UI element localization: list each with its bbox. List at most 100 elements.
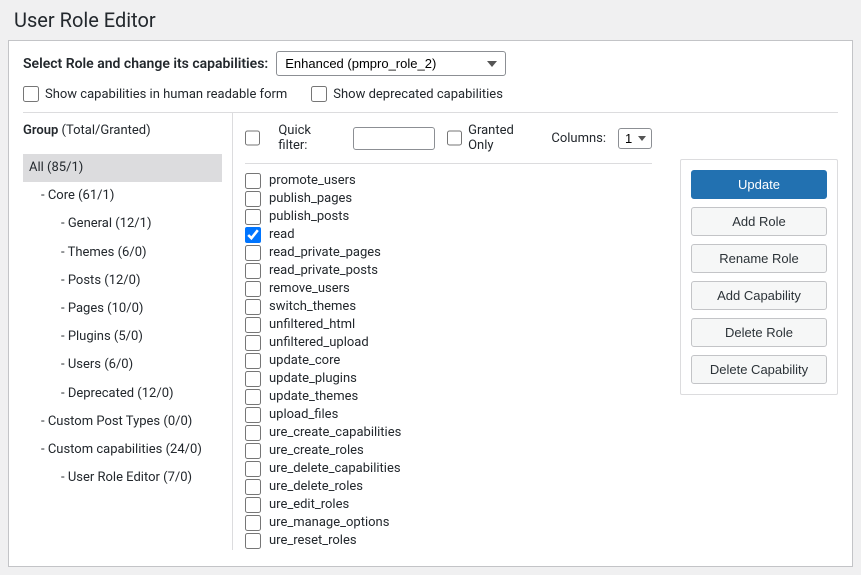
capability-label: promote_users xyxy=(269,174,356,188)
capability-label: upload_files xyxy=(269,408,338,422)
capability-checkbox[interactable] xyxy=(245,407,261,423)
capability-checkbox[interactable] xyxy=(245,299,261,315)
capability-item[interactable]: unfiltered_upload xyxy=(245,334,652,352)
capability-item[interactable]: ure_manage_options xyxy=(245,514,652,532)
granted-only-toggle[interactable]: Granted Only xyxy=(447,123,540,153)
capability-label: ure_delete_capabilities xyxy=(269,462,401,476)
capability-item[interactable]: update_themes xyxy=(245,388,652,406)
capability-checkbox[interactable] xyxy=(245,443,261,459)
capability-label: ure_delete_roles xyxy=(269,480,363,494)
capability-label: remove_users xyxy=(269,282,350,296)
columns-select[interactable]: 1 xyxy=(618,128,652,149)
capability-label: ure_edit_roles xyxy=(269,498,349,512)
capability-item[interactable]: unfiltered_html xyxy=(245,316,652,334)
capability-checkbox[interactable] xyxy=(245,281,261,297)
capability-item[interactable]: remove_users xyxy=(245,280,652,298)
capability-checkbox[interactable] xyxy=(245,227,261,243)
group-item[interactable]: All (85/1) xyxy=(23,154,222,182)
capability-label: switch_themes xyxy=(269,300,356,314)
capability-item[interactable]: ure_edit_roles xyxy=(245,496,652,514)
capability-label: read_private_pages xyxy=(269,246,381,260)
add-capability-button[interactable]: Add Capability xyxy=(691,281,827,310)
update-button[interactable]: Update xyxy=(691,170,827,199)
capability-label: publish_pages xyxy=(269,192,352,206)
capability-item[interactable]: read xyxy=(245,226,652,244)
capability-checkbox[interactable] xyxy=(245,371,261,387)
capability-checkbox[interactable] xyxy=(245,515,261,531)
capability-label: unfiltered_upload xyxy=(269,336,369,350)
capability-item[interactable]: ure_delete_roles xyxy=(245,478,652,496)
human-readable-checkbox[interactable] xyxy=(23,86,39,102)
group-item[interactable]: - Custom capabilities (24/0) xyxy=(23,436,222,464)
group-item[interactable]: - User Role Editor (7/0) xyxy=(23,464,222,492)
capability-label: update_core xyxy=(269,354,340,368)
capability-label: read xyxy=(269,228,295,242)
group-item[interactable]: - Plugins (5/0) xyxy=(23,323,222,351)
group-item[interactable]: - Posts (12/0) xyxy=(23,267,222,295)
capability-checkbox[interactable] xyxy=(245,209,261,225)
deprecated-label: Show deprecated capabilities xyxy=(333,87,503,102)
select-role-label: Select Role and change its capabilities: xyxy=(23,56,268,72)
actions-box: Update Add Role Rename Role Add Capabili… xyxy=(680,159,838,395)
group-item[interactable]: - Themes (6/0) xyxy=(23,239,222,267)
capability-item[interactable]: publish_pages xyxy=(245,190,652,208)
group-sidebar: Group (Total/Granted) All (85/1)- Core (… xyxy=(23,113,233,550)
select-all-checkbox[interactable] xyxy=(245,130,260,146)
role-select[interactable]: Enhanced (pmpro_role_2) xyxy=(276,51,506,76)
capability-checkbox[interactable] xyxy=(245,245,261,261)
capability-checkbox[interactable] xyxy=(245,335,261,351)
group-tree: All (85/1)- Core (61/1)- General (12/1)-… xyxy=(23,154,222,492)
columns-label: Columns: xyxy=(551,131,606,146)
capability-item[interactable]: upload_files xyxy=(245,406,652,424)
main-panel: Select Role and change its capabilities:… xyxy=(8,40,853,567)
capability-item[interactable]: switch_themes xyxy=(245,298,652,316)
group-item[interactable]: - Pages (10/0) xyxy=(23,295,222,323)
capability-item[interactable]: update_core xyxy=(245,352,652,370)
capability-item[interactable]: ure_create_capabilities xyxy=(245,424,652,442)
group-header: Group (Total/Granted) xyxy=(23,123,222,146)
capability-checkbox[interactable] xyxy=(245,191,261,207)
capability-label: ure_reset_roles xyxy=(269,534,357,548)
capabilities-list: promote_users publish_pages publish_postsr… xyxy=(245,172,652,550)
capability-item[interactable]: promote_users xyxy=(245,172,652,190)
capabilities-panel: Quick filter: Granted Only Columns: 1 pr… xyxy=(233,113,668,550)
actions-column: Update Add Role Rename Role Add Capabili… xyxy=(668,113,838,550)
quick-filter-label: Quick filter: xyxy=(278,123,340,153)
capability-checkbox[interactable] xyxy=(245,353,261,369)
group-item[interactable]: - Users (6/0) xyxy=(23,351,222,379)
capability-checkbox[interactable] xyxy=(245,173,261,189)
group-item[interactable]: - General (12/1) xyxy=(23,210,222,238)
capability-item[interactable]: update_plugins xyxy=(245,370,652,388)
capability-checkbox[interactable] xyxy=(245,389,261,405)
group-item[interactable]: - Deprecated (12/0) xyxy=(23,380,222,408)
human-readable-toggle[interactable]: Show capabilities in human readable form xyxy=(23,86,287,102)
delete-role-button[interactable]: Delete Role xyxy=(691,318,827,347)
group-item[interactable]: - Core (61/1) xyxy=(23,182,222,210)
capability-item[interactable]: publish_posts xyxy=(245,208,652,226)
capability-label: ure_manage_options xyxy=(269,516,389,530)
rename-role-button[interactable]: Rename Role xyxy=(691,244,827,273)
quick-filter-input[interactable] xyxy=(353,127,435,150)
deprecated-toggle[interactable]: Show deprecated capabilities xyxy=(311,86,503,102)
capability-checkbox[interactable] xyxy=(245,263,261,279)
capability-item[interactable]: read_private_posts xyxy=(245,262,652,280)
deprecated-checkbox[interactable] xyxy=(311,86,327,102)
capability-item[interactable]: ure_delete_capabilities xyxy=(245,460,652,478)
page-title: User Role Editor xyxy=(0,0,861,40)
granted-only-checkbox[interactable] xyxy=(447,130,462,146)
capability-checkbox[interactable] xyxy=(245,425,261,441)
delete-capability-button[interactable]: Delete Capability xyxy=(691,355,827,384)
capability-checkbox[interactable] xyxy=(245,461,261,477)
human-readable-label: Show capabilities in human readable form xyxy=(45,87,287,102)
capability-item[interactable]: ure_reset_roles xyxy=(245,532,652,550)
capability-label: update_plugins xyxy=(269,372,357,386)
capability-item[interactable]: read_private_pages xyxy=(245,244,652,262)
add-role-button[interactable]: Add Role xyxy=(691,207,827,236)
capability-checkbox[interactable] xyxy=(245,497,261,513)
capability-checkbox[interactable] xyxy=(245,317,261,333)
capability-item[interactable]: ure_create_roles xyxy=(245,442,652,460)
group-item[interactable]: - Custom Post Types (0/0) xyxy=(23,408,222,436)
capability-label: read_private_posts xyxy=(269,264,378,278)
capability-checkbox[interactable] xyxy=(245,479,261,495)
capability-checkbox[interactable] xyxy=(245,533,261,549)
